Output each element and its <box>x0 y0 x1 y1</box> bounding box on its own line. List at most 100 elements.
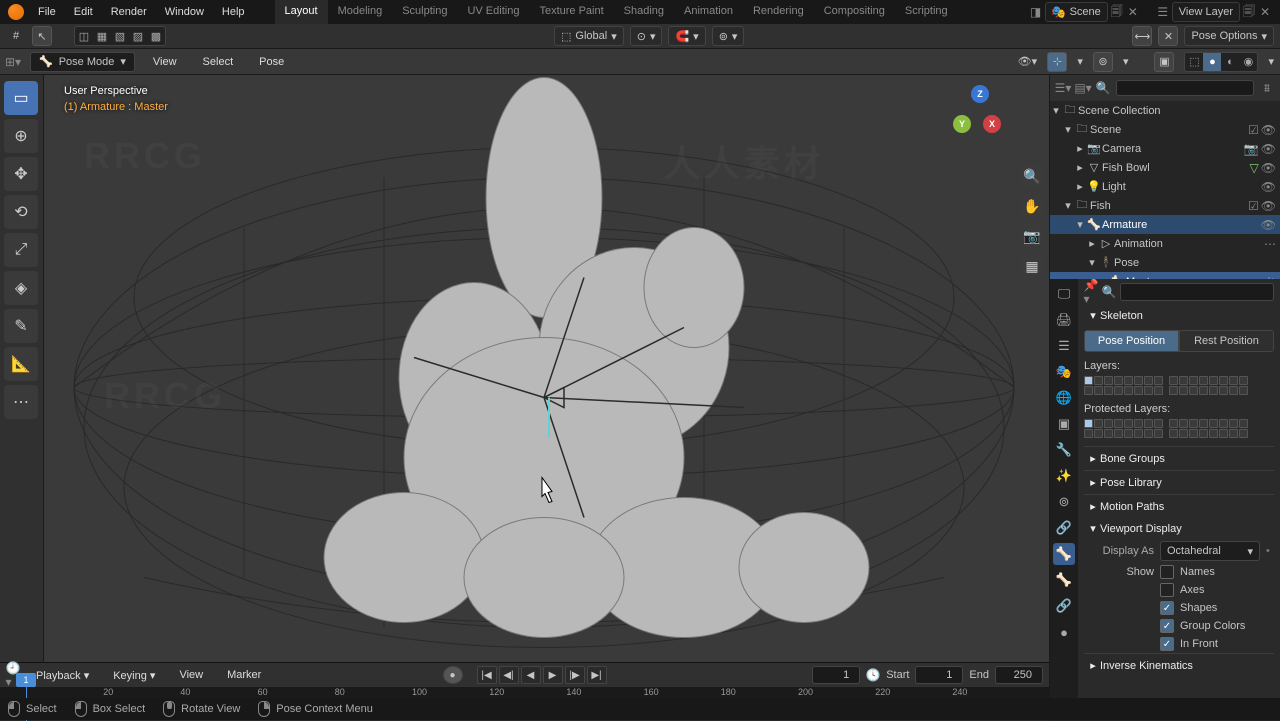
workspace-modeling[interactable]: Modeling <box>328 0 393 24</box>
pose-position-button[interactable]: Pose Position <box>1084 330 1179 352</box>
keyframe-next-icon[interactable]: |▶ <box>565 666 585 684</box>
prop-tab-material[interactable]: ● <box>1053 621 1075 643</box>
viewlayer-field[interactable]: View Layer <box>1172 2 1240 22</box>
gizmo-z-icon[interactable]: Z <box>971 85 989 103</box>
play-icon[interactable]: ▶ <box>543 666 563 684</box>
tree-fish[interactable]: ▾🗀Fish☑👁 <box>1050 196 1280 215</box>
tool-select-box[interactable]: ▭ <box>4 81 38 115</box>
proportional-dropdown[interactable]: ⊚▾ <box>712 26 745 46</box>
workspace-animation[interactable]: Animation <box>674 0 743 24</box>
tool-cursor[interactable]: ⊕ <box>4 119 38 153</box>
menu-render[interactable]: Render <box>103 2 155 22</box>
workspace-layout[interactable]: Layout <box>275 0 328 24</box>
jump-end-icon[interactable]: ▶| <box>587 666 607 684</box>
prop-tab-world[interactable]: 🌐 <box>1053 387 1075 409</box>
menu-file[interactable]: File <box>30 2 64 22</box>
tl-view-menu[interactable]: View <box>171 665 211 685</box>
tool-move[interactable]: ✥ <box>4 157 38 191</box>
chk-group-colors[interactable]: ✓ <box>1160 619 1174 633</box>
section-pose-library[interactable]: ▸Pose Library <box>1084 470 1274 494</box>
mode-dropdown[interactable]: 🦴 Pose Mode ▾ <box>30 52 135 72</box>
tl-keying-menu[interactable]: Keying ▾ <box>105 665 163 686</box>
mirror-close-icon[interactable]: ✕ <box>1158 26 1178 46</box>
camera-view-icon[interactable]: 📷 <box>1021 225 1043 247</box>
workspace-scripting[interactable]: Scripting <box>895 0 958 24</box>
chk-names[interactable] <box>1160 565 1174 579</box>
tree-pose[interactable]: ▾🕴Pose <box>1050 253 1280 272</box>
prop-tab-output[interactable]: 🖨 <box>1053 309 1075 331</box>
play-reverse-icon[interactable]: ◀ <box>521 666 541 684</box>
scene-delete-icon[interactable]: ✕ <box>1126 5 1140 19</box>
tree-camera[interactable]: ▸📷Camera📷👁 <box>1050 139 1280 158</box>
section-viewport-display[interactable]: ▾Viewport Display <box>1084 518 1274 539</box>
tool-extra[interactable]: ⋯ <box>4 385 38 419</box>
menu-help[interactable]: Help <box>214 2 253 22</box>
editor-type-icon[interactable]: # <box>6 26 26 46</box>
workspace-sculpting[interactable]: Sculpting <box>392 0 457 24</box>
scene-name-field[interactable]: 🎭Scene <box>1045 2 1108 22</box>
prop-tab-bone[interactable]: 🦴 <box>1053 569 1075 591</box>
tool-annotate[interactable]: ✎ <box>4 309 38 343</box>
tree-scene-collection[interactable]: ▾🗀Scene Collection <box>1050 101 1280 120</box>
end-frame-field[interactable]: 250 <box>995 666 1043 684</box>
3d-viewport[interactable]: User Perspective (1) Armature : Master <box>44 75 1049 720</box>
workspace-texturepaint[interactable]: Texture Paint <box>529 0 613 24</box>
mirror-x-icon[interactable]: ⟷ <box>1132 26 1152 46</box>
outliner-display-icon[interactable]: ▤▾ <box>1076 81 1090 95</box>
tool-transform[interactable]: ◈ <box>4 271 38 305</box>
chk-in-front[interactable]: ✓ <box>1160 637 1174 651</box>
viewlayer-browse-icon[interactable]: ☰ <box>1156 5 1170 19</box>
prop-tab-object[interactable]: ▣ <box>1053 413 1075 435</box>
armature-layers[interactable] <box>1084 376 1274 395</box>
viewlayer-delete-icon[interactable]: ✕ <box>1258 5 1272 19</box>
tool-measure[interactable]: 📐 <box>4 347 38 381</box>
orientation-dropdown[interactable]: ⬚Global▾ <box>554 26 624 46</box>
tree-master[interactable]: ▸🦴Master↯ <box>1050 272 1280 279</box>
mode-menu-pose[interactable]: Pose <box>251 52 292 72</box>
outliner-tree[interactable]: ▾🗀Scene Collection ▾🗀Scene☑👁 ▸📷Camera📷👁 … <box>1050 101 1280 279</box>
keyframe-prev-icon[interactable]: ◀| <box>499 666 519 684</box>
outliner-search-icon[interactable]: 🔍 <box>1096 81 1110 95</box>
prop-tab-modifier[interactable]: 🔧 <box>1053 439 1075 461</box>
workspace-rendering[interactable]: Rendering <box>743 0 814 24</box>
pose-options-dropdown[interactable]: Pose Options▾ <box>1184 26 1274 46</box>
pivot-dropdown[interactable]: ⊙▾ <box>630 26 663 46</box>
display-as-select[interactable]: Octahedral▾ <box>1160 541 1260 561</box>
tree-scene[interactable]: ▾🗀Scene☑👁 <box>1050 120 1280 139</box>
zoom-icon[interactable]: 🔍 <box>1021 165 1043 187</box>
tree-armature[interactable]: ▾🦴Armature👁 <box>1050 215 1280 234</box>
tl-playback-menu[interactable]: Playback ▾ <box>28 665 97 686</box>
workspace-uvediting[interactable]: UV Editing <box>457 0 529 24</box>
gizmo-y-icon[interactable]: Y <box>953 115 971 133</box>
menu-window[interactable]: Window <box>157 2 212 22</box>
autokey-icon[interactable]: ● <box>443 666 463 684</box>
viewlayer-new-icon[interactable]: 🗐 <box>1242 5 1256 19</box>
tool-rotate[interactable]: ⟲ <box>4 195 38 229</box>
snap-toggle-strip[interactable]: ◫▦▧▨▩ <box>74 26 166 46</box>
protected-layers[interactable] <box>1084 419 1274 438</box>
visibility-dd-icon[interactable]: 👁▾ <box>1017 52 1037 72</box>
xray-toggle-icon[interactable]: ▣ <box>1154 52 1174 72</box>
prop-tab-bone-constraint[interactable]: 🔗 <box>1053 595 1075 617</box>
chk-axes[interactable] <box>1160 583 1174 597</box>
prop-tab-constraint[interactable]: 🔗 <box>1053 517 1075 539</box>
mode-menu-select[interactable]: Select <box>195 52 242 72</box>
prop-tab-armature[interactable]: 🦴 <box>1053 543 1075 565</box>
prop-search-input[interactable] <box>1120 283 1274 301</box>
nav-gizmo[interactable]: Z Y X <box>947 85 1007 145</box>
shading-mode-strip[interactable]: ⬚●◐◉ <box>1184 52 1258 72</box>
gizmo-x-icon[interactable]: X <box>983 115 1001 133</box>
current-frame-field[interactable]: 1 <box>812 666 860 684</box>
prop-tab-scene[interactable]: 🎭 <box>1053 361 1075 383</box>
section-ik[interactable]: ▸Inverse Kinematics <box>1084 653 1274 677</box>
workspace-shading[interactable]: Shading <box>614 0 674 24</box>
scene-browse-icon[interactable]: ◨ <box>1029 5 1043 19</box>
pose-rest-toggle[interactable]: Pose Position Rest Position <box>1084 330 1274 352</box>
pan-icon[interactable]: ✋ <box>1021 195 1043 217</box>
perspective-toggle-icon[interactable]: ▦ <box>1021 255 1043 277</box>
cursor-tool-icon[interactable]: ↖ <box>32 26 52 46</box>
tree-fishbowl[interactable]: ▸▽Fish Bowl▽👁 <box>1050 158 1280 177</box>
scene-new-icon[interactable]: 🗐 <box>1110 5 1124 19</box>
prop-tab-render[interactable]: 🖵 <box>1053 283 1075 305</box>
tool-scale[interactable]: ⤢ <box>4 233 38 267</box>
